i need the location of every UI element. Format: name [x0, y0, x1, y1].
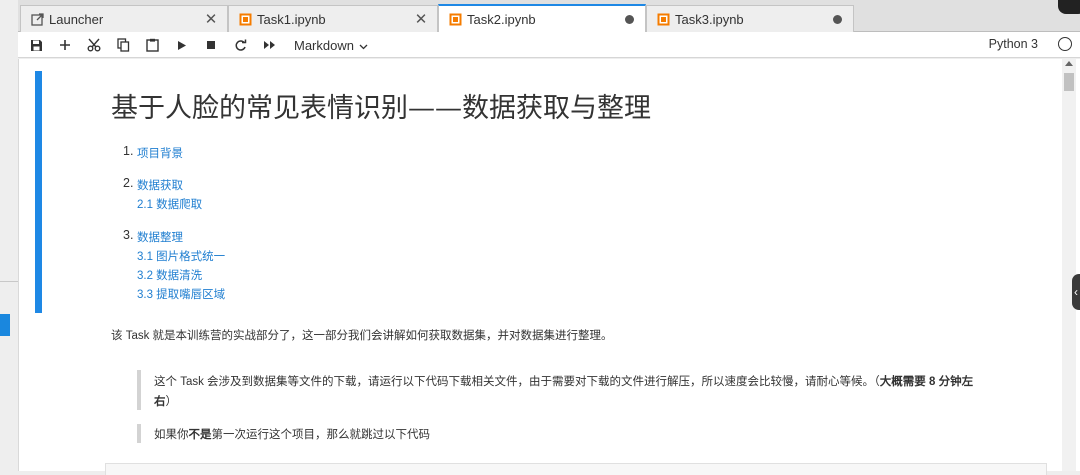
tab-bar: Launcher ✕ Task1.ipynb ✕ Task2.ipynb Tas… — [18, 0, 1080, 32]
toc-number: 2. — [123, 176, 134, 190]
scrollbar[interactable] — [1062, 59, 1076, 471]
toc-link-data-organization[interactable]: 数据整理 — [137, 229, 183, 245]
restart-icon[interactable] — [230, 34, 250, 56]
launcher-icon — [30, 12, 44, 26]
notebook-panel: 基于人脸的常见表情识别——数据获取与整理 1. 项目背景 2. 数据获取 2.1… — [18, 59, 1080, 475]
close-icon[interactable]: ✕ — [203, 11, 219, 28]
notebook-icon — [448, 12, 462, 26]
toc-sublink-lip-region[interactable]: 3.3 提取嘴唇区域 — [137, 286, 225, 302]
tab-task3[interactable]: Task3.ipynb — [646, 5, 854, 32]
toc-sublink-data-cleaning[interactable]: 3.2 数据清洗 — [137, 267, 202, 283]
unsaved-dot-icon[interactable] — [829, 11, 845, 27]
notebook-icon — [656, 12, 670, 26]
blockquote-text-end: ） — [165, 396, 178, 408]
tab-launcher[interactable]: Launcher ✕ — [20, 5, 228, 32]
copy-icon[interactable] — [113, 34, 133, 56]
notebook-icon — [238, 12, 252, 26]
blockquote-bar — [137, 424, 141, 443]
blockquote-text: 这个 Task 会涉及到数据集等文件的下载，请运行以下代码下载相关文件，由于需要… — [154, 376, 880, 388]
scrollbar-thumb[interactable] — [1064, 73, 1074, 91]
chevron-left-icon: ‹ — [1074, 285, 1078, 299]
run-icon[interactable] — [172, 34, 192, 56]
tab-task1[interactable]: Task1.ipynb ✕ — [228, 5, 438, 32]
collapse-panel-handle[interactable]: ‹ — [1072, 274, 1080, 310]
blockquote-skip-note: 如果你不是第一次运行这个项目，那么就跳过以下代码 — [154, 425, 430, 445]
blockquote-text: 第一次运行这个项目，那么就跳过以下代码 — [211, 429, 431, 441]
save-icon[interactable] — [26, 34, 46, 56]
tab-label: Task3.ipynb — [675, 11, 744, 27]
blockquote-text: 如果你 — [154, 429, 189, 441]
close-icon[interactable]: ✕ — [413, 11, 429, 28]
expand-icon[interactable] — [1058, 0, 1080, 14]
intro-paragraph: 该 Task 就是本训练营的实战部分了，这一部分我们会讲解如何获取数据集，并对数… — [111, 330, 613, 342]
tab-label: Task2.ipynb — [467, 11, 536, 27]
tab-task2[interactable]: Task2.ipynb — [438, 4, 646, 32]
tab-label: Task1.ipynb — [257, 11, 326, 27]
sidebar-divider — [0, 281, 18, 282]
add-cell-icon[interactable] — [55, 34, 75, 56]
toc-number: 3. — [123, 228, 134, 242]
blockquote-bar — [137, 370, 141, 410]
code-cell[interactable] — [105, 463, 1047, 475]
kernel-name[interactable]: Python 3 — [989, 37, 1038, 51]
cell-type-value: Markdown — [294, 37, 354, 53]
stop-icon[interactable] — [201, 34, 221, 56]
jupyterlab-window: Launcher ✕ Task1.ipynb ✕ Task2.ipynb Tas… — [0, 0, 1080, 475]
fast-forward-icon[interactable] — [258, 34, 280, 56]
cell-type-select[interactable]: Markdown — [294, 35, 368, 55]
chevron-down-icon — [359, 38, 368, 53]
scroll-up-icon[interactable] — [1065, 61, 1073, 66]
toc-link-project-background[interactable]: 项目背景 — [137, 145, 183, 161]
notebook-title: 基于人脸的常见表情识别——数据获取与整理 — [111, 93, 651, 124]
toc-sublink-image-format[interactable]: 3.1 图片格式统一 — [137, 248, 225, 264]
active-cell-indicator[interactable] — [35, 71, 42, 313]
cut-icon[interactable] — [84, 34, 104, 56]
toc-link-data-acquisition[interactable]: 数据获取 — [137, 177, 183, 193]
unsaved-dot-icon[interactable] — [621, 11, 637, 27]
toc-sublink-data-crawling[interactable]: 2.1 数据爬取 — [137, 196, 202, 212]
blockquote-download-note: 这个 Task 会涉及到数据集等文件的下载，请运行以下代码下载相关文件，由于需要… — [154, 372, 994, 412]
paste-icon[interactable] — [142, 34, 162, 56]
blockquote-bold: 不是 — [188, 429, 212, 441]
toc-number: 1. — [123, 144, 134, 158]
sidebar-active-indicator[interactable] — [0, 314, 10, 336]
left-sidebar-strip — [0, 0, 18, 471]
tab-label: Launcher — [49, 11, 104, 27]
notebook-toolbar: Markdown Python 3 — [18, 32, 1080, 58]
kernel-status-icon — [1058, 37, 1072, 51]
